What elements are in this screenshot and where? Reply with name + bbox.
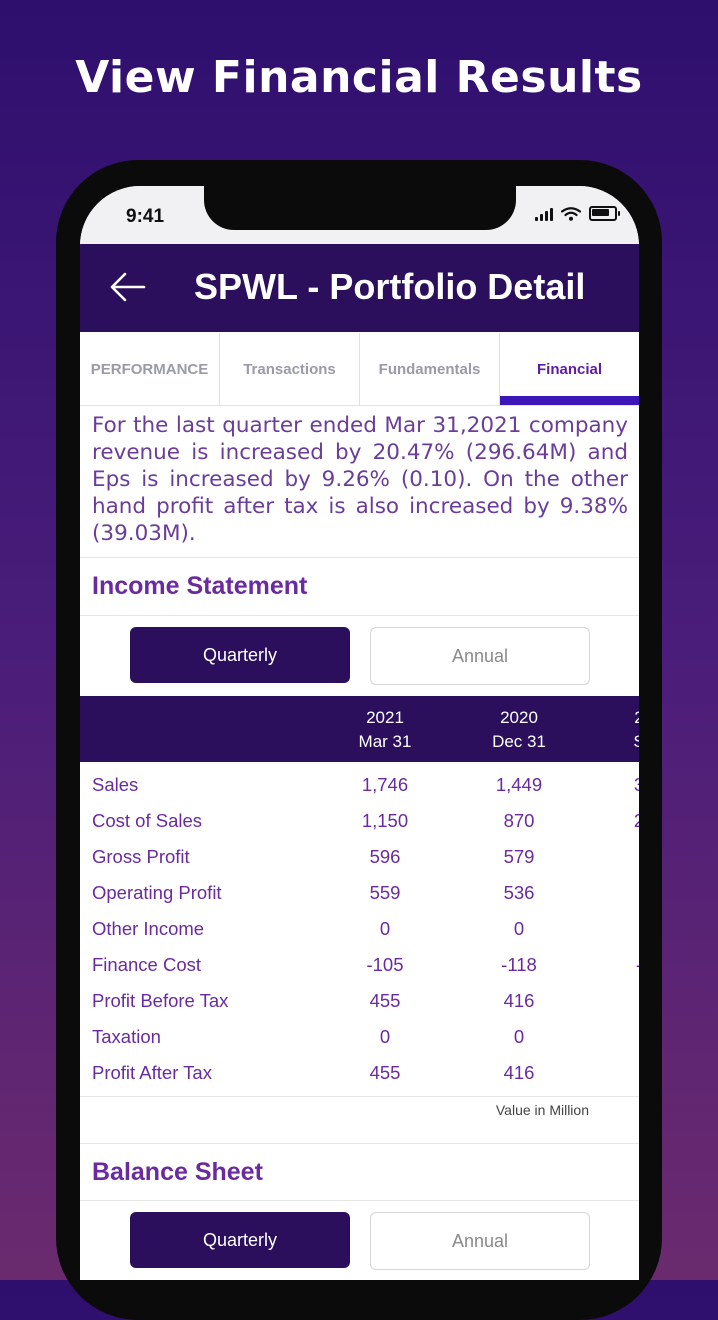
promo-title: View Financial Results xyxy=(75,52,643,103)
app-header: SPWL - Portfolio Detail xyxy=(80,244,639,332)
table-row: Profit Before Tax 455 416 xyxy=(92,990,535,1011)
page-title: SPWL - Portfolio Detail xyxy=(194,266,586,307)
status-icons xyxy=(535,206,620,221)
tab-bar: PERFORMANCE Transactions Fundamentals Fi… xyxy=(80,333,639,406)
table-row: Profit After Tax 455 416 xyxy=(92,1062,535,1083)
column-header: 2021 Mar 31 xyxy=(358,708,412,751)
tab-fundamentals[interactable]: Fundamentals xyxy=(360,333,500,405)
status-bar: 9:41 xyxy=(80,186,639,244)
income-statement-title: Income Statement xyxy=(92,572,308,600)
table-row: Cost of Sales 1,150 870 2 xyxy=(92,810,639,831)
column-header: 2 S xyxy=(594,706,639,754)
wifi-icon xyxy=(561,206,581,221)
income-annual-button[interactable]: Annual xyxy=(370,627,590,685)
balance-quarterly-button[interactable]: Quarterly xyxy=(130,1212,350,1268)
balance-annual-button[interactable]: Annual xyxy=(370,1212,590,1270)
column-header: 2020 Dec 31 xyxy=(492,708,546,751)
phone-screen: 9:41 SPWL - Portfolio Detail PERFORMANCE… xyxy=(80,186,639,1280)
table-row: Gross Profit 596 579 xyxy=(92,846,535,867)
battery-icon xyxy=(589,206,620,221)
divider xyxy=(80,557,639,558)
value-unit-note: Value in Million xyxy=(495,1102,589,1118)
notch xyxy=(204,186,516,230)
tab-transactions[interactable]: Transactions xyxy=(220,333,360,405)
income-quarterly-button[interactable]: Quarterly xyxy=(130,627,350,683)
divider xyxy=(80,1143,639,1144)
table-row: Operating Profit 559 536 xyxy=(92,882,535,903)
tab-performance[interactable]: PERFORMANCE xyxy=(80,333,220,405)
income-table-header: 2021 Mar 31 2020 Dec 31 2 S xyxy=(80,696,639,762)
back-arrow-icon[interactable] xyxy=(108,270,148,304)
table-row: Sales 1,746 1,449 3 xyxy=(92,774,639,795)
table-row: Finance Cost -105 -118 - xyxy=(92,954,639,975)
income-table-body: Sales 1,746 1,449 3 Cost of Sales 1,150 … xyxy=(80,768,639,1092)
tab-financial[interactable]: Financial xyxy=(500,333,639,405)
divider xyxy=(80,1200,639,1201)
financial-summary: For the last quarter ended Mar 31,2021 c… xyxy=(92,413,628,546)
divider xyxy=(80,1096,639,1097)
table-row: Other Income 0 0 xyxy=(92,918,525,939)
divider xyxy=(80,615,639,616)
table-row: Taxation 0 0 xyxy=(92,1026,525,1047)
signal-icon xyxy=(535,207,553,221)
status-time: 9:41 xyxy=(126,206,165,227)
balance-sheet-title: Balance Sheet xyxy=(92,1158,263,1186)
